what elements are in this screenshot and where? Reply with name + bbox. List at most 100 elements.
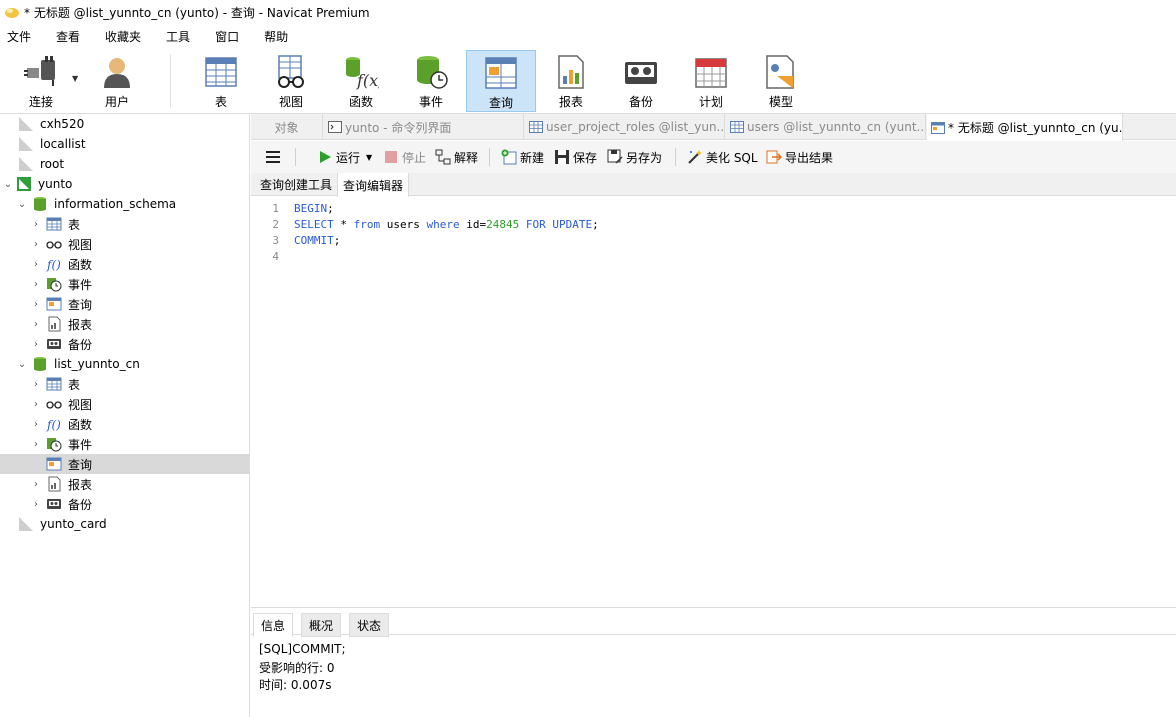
export-results-button[interactable]: 导出结果 <box>766 147 833 167</box>
view-label: 视图 <box>278 95 303 109</box>
tree-label: 报表 <box>68 317 93 332</box>
tab-label: 查询编辑器 <box>343 178 404 193</box>
tree-db2-functions[interactable]: › f() 函数 <box>0 414 249 434</box>
report-button[interactable]: 报表 <box>536 50 606 112</box>
query-button[interactable]: 查询 <box>466 50 536 112</box>
menu-tools[interactable]: 工具 <box>159 28 200 45</box>
tree-database-list-yunnto-cn[interactable]: ⌄ list_yunnto_cn <box>0 354 249 374</box>
new-button[interactable]: 新建 <box>501 147 544 167</box>
chevron-right-icon[interactable]: › <box>30 298 42 310</box>
stop-label: 停止 <box>402 150 427 165</box>
chevron-right-icon[interactable]: › <box>30 258 42 270</box>
tree-db1-tables[interactable]: › 表 <box>0 214 249 234</box>
code-line[interactable]: SELECT * from users where id=24845 FOR U… <box>294 218 599 231</box>
tree-connection-root[interactable]: root <box>0 154 249 174</box>
backup-button[interactable]: 备份 <box>606 50 676 112</box>
tree-db1-reports[interactable]: › 报表 <box>0 314 249 334</box>
menu-view[interactable]: 查看 <box>49 28 90 45</box>
model-button[interactable]: 模型 <box>746 50 816 112</box>
tab-query-editor[interactable]: 查询编辑器 <box>337 173 410 197</box>
code-line[interactable]: BEGIN; <box>294 202 334 215</box>
connect-label: 连接 <box>28 95 53 109</box>
chevron-right-icon[interactable]: › <box>30 218 42 230</box>
view-button[interactable]: 视图 <box>256 50 326 112</box>
beautify-sql-button[interactable]: 美化 SQL <box>687 147 758 167</box>
tab-info[interactable]: 信息 <box>253 613 294 637</box>
explain-icon <box>435 149 451 165</box>
connection-tree: cxh520 locallist root ⌄ yunto ⌄ informat… <box>0 114 250 717</box>
tree-db2-reports[interactable]: › 报表 <box>0 474 249 494</box>
schedule-button[interactable]: 计划 <box>676 50 746 112</box>
chevron-down-icon[interactable]: ⌄ <box>16 358 28 370</box>
chevron-right-icon[interactable]: › <box>30 238 42 250</box>
tree-db2-events[interactable]: › 事件 <box>0 434 249 454</box>
user-button[interactable]: 用户 <box>82 50 152 112</box>
sql-keyword: BEGIN <box>294 202 328 215</box>
chevron-right-icon[interactable]: › <box>30 338 42 350</box>
connect-button[interactable]: 连接 <box>6 50 76 112</box>
tab-label: 查询创建工具 <box>260 178 333 192</box>
sql-editor[interactable]: 1 2 3 4 BEGIN; SELECT * from users where… <box>251 197 1176 607</box>
explain-button[interactable]: 解释 <box>435 147 478 167</box>
chevron-right-icon[interactable]: › <box>30 398 42 410</box>
tab-query-builder[interactable]: 查询创建工具 <box>255 173 337 196</box>
tree-label: yunto <box>38 177 73 191</box>
stop-button[interactable]: 停止 <box>383 147 426 167</box>
sql-keyword: FOR UPDATE <box>525 218 593 231</box>
tab-label: 信息 <box>261 618 286 633</box>
save-button[interactable]: 保存 <box>554 147 597 167</box>
run-button[interactable]: 运行 ▼ <box>317 147 372 167</box>
chevron-down-icon[interactable]: ⌄ <box>16 198 28 210</box>
tab-objects[interactable]: 对象 <box>251 114 323 140</box>
tree-label: 事件 <box>68 277 93 292</box>
chevron-right-icon[interactable]: › <box>30 438 42 450</box>
hamburger-menu-button[interactable] <box>265 147 281 167</box>
tree-database-information-schema[interactable]: ⌄ information_schema <box>0 194 249 214</box>
code-line[interactable]: COMMIT; <box>294 234 340 247</box>
tree-db2-queries[interactable]: 查询 <box>0 454 249 474</box>
tree-connection-yunto[interactable]: ⌄ yunto <box>0 174 249 194</box>
chevron-right-icon[interactable]: › <box>30 498 42 510</box>
tab-user-project-roles[interactable]: user_project_roles @list_yun... <box>525 114 725 140</box>
user-icon <box>104 58 130 88</box>
tree-db1-functions[interactable]: › f() 函数 <box>0 254 249 274</box>
console-icon <box>328 121 342 133</box>
result-message: 时间: 0.007s <box>259 678 332 692</box>
tab-profile[interactable]: 概况 <box>301 613 342 637</box>
tab-status[interactable]: 状态 <box>349 613 390 637</box>
menu-help[interactable]: 帮助 <box>257 28 298 45</box>
menu-file[interactable]: 文件 <box>0 28 41 45</box>
chevron-right-icon[interactable]: › <box>30 418 42 430</box>
function-button[interactable]: f(x) 函数 <box>326 50 396 112</box>
tree-db1-events[interactable]: › 事件 <box>0 274 249 294</box>
event-button[interactable]: 事件 <box>396 50 466 112</box>
query-icon <box>931 121 945 134</box>
chevron-right-icon[interactable]: › <box>30 318 42 330</box>
save-as-button[interactable]: 另存为 <box>607 147 662 167</box>
tree-connection-cxh520[interactable]: cxh520 <box>0 114 249 134</box>
tree-connection-yunto-card[interactable]: yunto_card <box>0 514 249 534</box>
chevron-down-icon[interactable]: ▼ <box>366 153 372 162</box>
table-button[interactable]: 表 <box>186 50 256 112</box>
tab-users[interactable]: users @list_yunnto_cn (yunt... <box>726 114 926 140</box>
tab-untitled-query[interactable]: * 无标题 @list_yunnto_cn (yu... <box>927 114 1123 141</box>
sql-text: id= <box>459 218 487 231</box>
tree-db2-backups[interactable]: › 备份 <box>0 494 249 514</box>
menu-window[interactable]: 窗口 <box>208 28 249 45</box>
tree-db2-tables[interactable]: › 表 <box>0 374 249 394</box>
tree-connection-locallist[interactable]: locallist <box>0 134 249 154</box>
chevron-down-icon[interactable]: ⌄ <box>2 178 14 190</box>
tree-db1-views[interactable]: › 视图 <box>0 234 249 254</box>
chevron-right-icon[interactable]: › <box>30 278 42 290</box>
model-label: 模型 <box>768 95 793 109</box>
tree-db1-queries[interactable]: › 查询 <box>0 294 249 314</box>
chevron-down-icon[interactable]: ▼ <box>72 74 78 83</box>
tree-db2-views[interactable]: › 视图 <box>0 394 249 414</box>
chevron-right-icon[interactable]: › <box>30 478 42 490</box>
tree-db1-backups[interactable]: › 备份 <box>0 334 249 354</box>
tab-command-line[interactable]: yunto - 命令列界面 <box>324 114 524 140</box>
tree-label: information_schema <box>54 197 177 211</box>
menu-bar: 文件 查看 收藏夹 工具 窗口 帮助 <box>0 24 1176 48</box>
chevron-right-icon[interactable]: › <box>30 378 42 390</box>
menu-favorites[interactable]: 收藏夹 <box>98 28 151 45</box>
